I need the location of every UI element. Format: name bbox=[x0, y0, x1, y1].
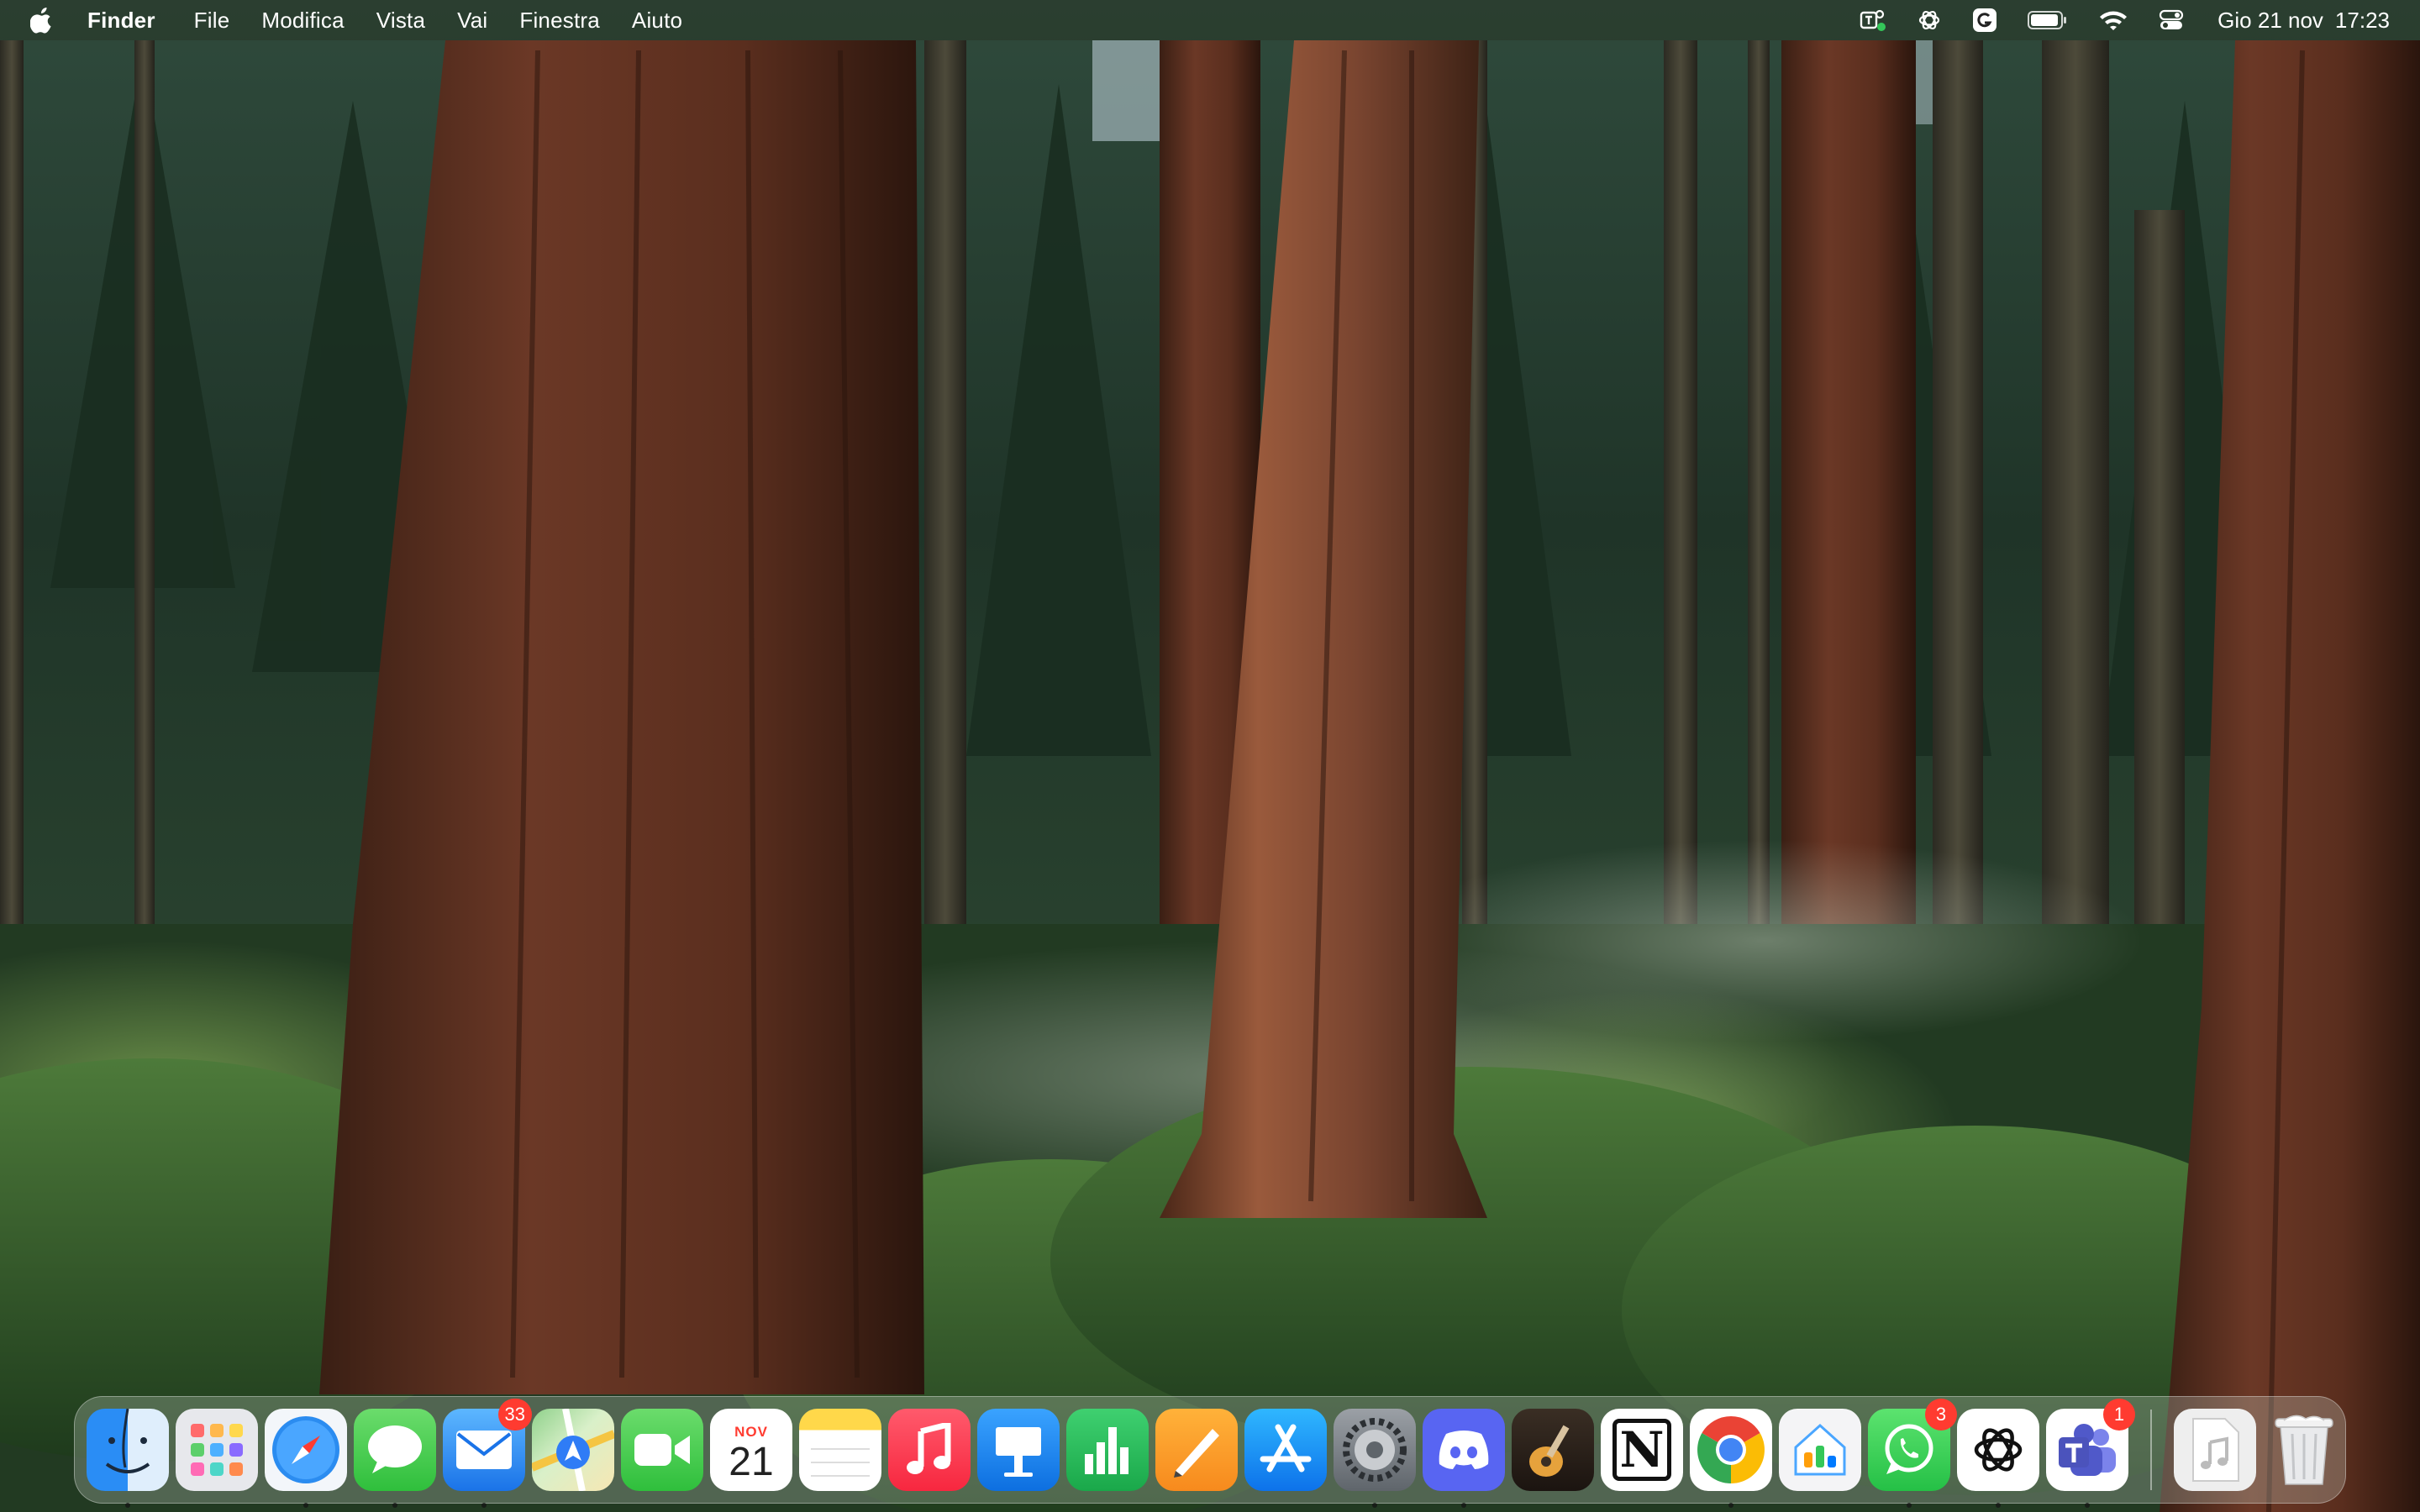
running-indicator bbox=[2085, 1503, 2090, 1508]
chatgpt-icon[interactable] bbox=[1917, 0, 1942, 40]
calendar-day: 21 bbox=[729, 1440, 774, 1484]
dock-numbers[interactable] bbox=[1066, 1409, 1149, 1491]
menu-window[interactable]: Finestra bbox=[519, 8, 600, 34]
dock-mail[interactable]: 33 bbox=[443, 1399, 532, 1508]
facetime-icon bbox=[621, 1409, 703, 1491]
system-settings-icon bbox=[1334, 1409, 1416, 1491]
dock-separator bbox=[2150, 1410, 2152, 1490]
dock-launchpad[interactable] bbox=[176, 1409, 258, 1491]
running-indicator bbox=[125, 1503, 130, 1508]
app-store-icon bbox=[1244, 1409, 1327, 1491]
dock-finder[interactable] bbox=[87, 1409, 169, 1508]
menu-view[interactable]: Vista bbox=[376, 8, 425, 34]
clock-date: Gio 21 nov bbox=[2217, 7, 2323, 33]
control-center-icon[interactable] bbox=[2159, 0, 2184, 40]
running-indicator bbox=[1728, 1503, 1733, 1508]
apple-logo-icon[interactable] bbox=[30, 6, 55, 34]
grammarly-icon[interactable] bbox=[1972, 0, 1997, 40]
calendar-icon: NOV 21 bbox=[710, 1409, 792, 1491]
notion-logo: N bbox=[1612, 1419, 1671, 1481]
dock-chatgpt[interactable] bbox=[1957, 1409, 2039, 1508]
notes-icon bbox=[799, 1409, 881, 1491]
menu-bar: Finder File Modifica Vista Vai Finestra … bbox=[0, 0, 2420, 40]
dock-pages[interactable] bbox=[1155, 1409, 1238, 1491]
launchpad-icon bbox=[176, 1409, 258, 1491]
maps-icon bbox=[532, 1409, 614, 1491]
garageband-icon bbox=[1512, 1409, 1594, 1491]
pages-icon bbox=[1155, 1409, 1238, 1491]
wifi-icon[interactable] bbox=[2098, 0, 2128, 40]
menu-help[interactable]: Aiuto bbox=[632, 8, 682, 34]
trash-icon bbox=[2263, 1409, 2345, 1491]
teams-unread-badge: 1 bbox=[2103, 1399, 2135, 1431]
menu-bar-left: Finder File Modifica Vista Vai Finestra … bbox=[0, 0, 714, 40]
dock-garageband[interactable] bbox=[1512, 1409, 1594, 1491]
music-document-icon bbox=[2174, 1409, 2256, 1491]
music-icon bbox=[888, 1409, 971, 1491]
messages-icon bbox=[354, 1409, 436, 1491]
running-indicator bbox=[1461, 1503, 1466, 1508]
notion-icon: N bbox=[1601, 1409, 1683, 1491]
dock-music-document[interactable] bbox=[2174, 1409, 2256, 1491]
menu-edit[interactable]: Modifica bbox=[261, 8, 344, 34]
running-indicator bbox=[1996, 1503, 2001, 1508]
menu-go[interactable]: Vai bbox=[457, 8, 487, 34]
desktop-wallpaper bbox=[0, 0, 2420, 1512]
dock-messages[interactable] bbox=[354, 1409, 436, 1508]
dock-keynote[interactable] bbox=[977, 1409, 1060, 1491]
menu-bar-status-area: Gio 21 nov 17:23 bbox=[1829, 0, 2420, 40]
calendar-month: NOV bbox=[734, 1424, 768, 1440]
whatsapp-unread-badge: 3 bbox=[1925, 1399, 1957, 1431]
mail-unread-badge: 33 bbox=[497, 1399, 532, 1431]
menu-file[interactable]: File bbox=[194, 8, 230, 34]
safari-icon bbox=[265, 1409, 347, 1491]
running-indicator bbox=[303, 1503, 308, 1508]
dock-system-settings[interactable] bbox=[1334, 1409, 1416, 1508]
dock-discord[interactable] bbox=[1423, 1409, 1505, 1508]
chrome-icon bbox=[1690, 1409, 1772, 1491]
running-indicator bbox=[1907, 1503, 1912, 1508]
menu-bar-clock[interactable]: Gio 21 nov 17:23 bbox=[2217, 8, 2390, 34]
dock-app-store[interactable] bbox=[1244, 1409, 1327, 1491]
dock-calendar[interactable]: NOV 21 bbox=[710, 1409, 792, 1491]
running-indicator bbox=[481, 1503, 487, 1508]
menu-app-name[interactable]: Finder bbox=[87, 8, 155, 34]
dock-safari[interactable] bbox=[265, 1409, 347, 1508]
dock-whatsapp[interactable]: 3 bbox=[1868, 1399, 1957, 1508]
dock-trash[interactable] bbox=[2263, 1409, 2345, 1491]
discord-icon bbox=[1423, 1409, 1505, 1491]
dock-notion[interactable]: N bbox=[1601, 1409, 1683, 1491]
dock-teams[interactable]: 1 bbox=[2046, 1399, 2135, 1508]
dock-home[interactable] bbox=[1779, 1409, 1861, 1491]
keynote-icon bbox=[977, 1409, 1060, 1491]
dock-music[interactable] bbox=[888, 1409, 971, 1491]
clock-time: 17:23 bbox=[2334, 7, 2390, 33]
finder-icon bbox=[87, 1409, 169, 1491]
dock-notes[interactable] bbox=[799, 1409, 881, 1491]
battery-icon[interactable] bbox=[2028, 0, 2068, 40]
home-icon bbox=[1779, 1409, 1861, 1491]
running-indicator bbox=[1372, 1503, 1377, 1508]
dock: 33 NOV 21 N 3 1 bbox=[74, 1396, 2346, 1508]
dock-facetime[interactable] bbox=[621, 1409, 703, 1491]
running-indicator bbox=[392, 1503, 397, 1508]
dock-chrome[interactable] bbox=[1690, 1409, 1772, 1508]
teams-status-icon[interactable] bbox=[1860, 0, 1886, 40]
chatgpt-icon bbox=[1957, 1409, 2039, 1491]
numbers-icon bbox=[1066, 1409, 1149, 1491]
dock-maps[interactable] bbox=[532, 1409, 614, 1491]
